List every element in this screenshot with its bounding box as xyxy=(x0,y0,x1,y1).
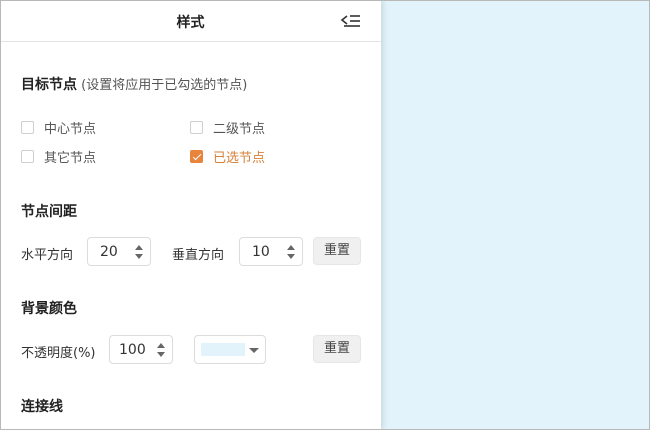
target-title: 目标节点 xyxy=(21,77,77,93)
horizontal-spacing-input[interactable]: 20 xyxy=(87,237,151,266)
increment-icon[interactable] xyxy=(135,245,143,250)
panel-header: 样式 xyxy=(0,0,381,42)
opacity-input[interactable]: 100 xyxy=(109,335,173,364)
increment-icon[interactable] xyxy=(157,343,165,348)
checkbox-label: 其它节点 xyxy=(44,151,97,166)
stepper-arrows[interactable] xyxy=(280,238,302,265)
target-section-title: 目标节点 (设置将应用于已勾选的节点) xyxy=(21,74,247,94)
checkbox-box-checked[interactable] xyxy=(190,150,203,163)
vertical-spacing-value[interactable]: 10 xyxy=(252,244,270,260)
decrement-icon[interactable] xyxy=(157,352,165,357)
checkbox-label: 二级节点 xyxy=(213,122,266,137)
vertical-spacing-input[interactable]: 10 xyxy=(239,237,303,266)
panel-title: 样式 xyxy=(176,15,205,31)
decrement-icon[interactable] xyxy=(135,254,143,259)
checkbox-selected-node[interactable]: 已选节点 xyxy=(190,147,265,166)
decrement-icon[interactable] xyxy=(287,254,295,259)
spacing-reset-button[interactable]: 重置 xyxy=(313,237,361,265)
background-section-title: 背景颜色 xyxy=(21,301,77,317)
mindmap-canvas[interactable] xyxy=(381,0,650,430)
stepper-arrows[interactable] xyxy=(128,238,150,265)
checkbox-box[interactable] xyxy=(190,121,203,134)
color-swatch[interactable] xyxy=(201,343,245,356)
checkbox-center-node[interactable]: 中心节点 xyxy=(21,118,96,137)
stepper-arrows[interactable] xyxy=(150,336,172,363)
horizontal-spacing-value[interactable]: 20 xyxy=(100,244,118,260)
background-reset-button[interactable]: 重置 xyxy=(313,335,361,363)
opacity-label: 不透明度(%) xyxy=(21,346,96,361)
checkbox-second-level-node[interactable]: 二级节点 xyxy=(190,118,265,137)
checkbox-box[interactable] xyxy=(21,150,34,163)
connector-section-title: 连接线 xyxy=(21,399,63,415)
spacing-section-title: 节点间距 xyxy=(21,204,77,220)
checkbox-label: 中心节点 xyxy=(44,122,97,137)
horizontal-label: 水平方向 xyxy=(21,248,74,263)
style-panel: 样式 目标节点 (设置将应用于已勾选的节点) 中心节点 二级节点 其它节点 已选… xyxy=(0,0,381,430)
increment-icon[interactable] xyxy=(287,245,295,250)
opacity-value[interactable]: 100 xyxy=(119,342,146,358)
checkbox-label: 已选节点 xyxy=(213,151,266,166)
checkbox-other-node[interactable]: 其它节点 xyxy=(21,147,96,166)
background-color-picker[interactable] xyxy=(194,335,266,364)
target-hint: (设置将应用于已勾选的节点) xyxy=(77,78,248,93)
collapse-panel-icon[interactable] xyxy=(340,13,362,29)
vertical-label: 垂直方向 xyxy=(172,248,225,263)
checkbox-box[interactable] xyxy=(21,121,34,134)
chevron-down-icon[interactable] xyxy=(249,348,259,353)
